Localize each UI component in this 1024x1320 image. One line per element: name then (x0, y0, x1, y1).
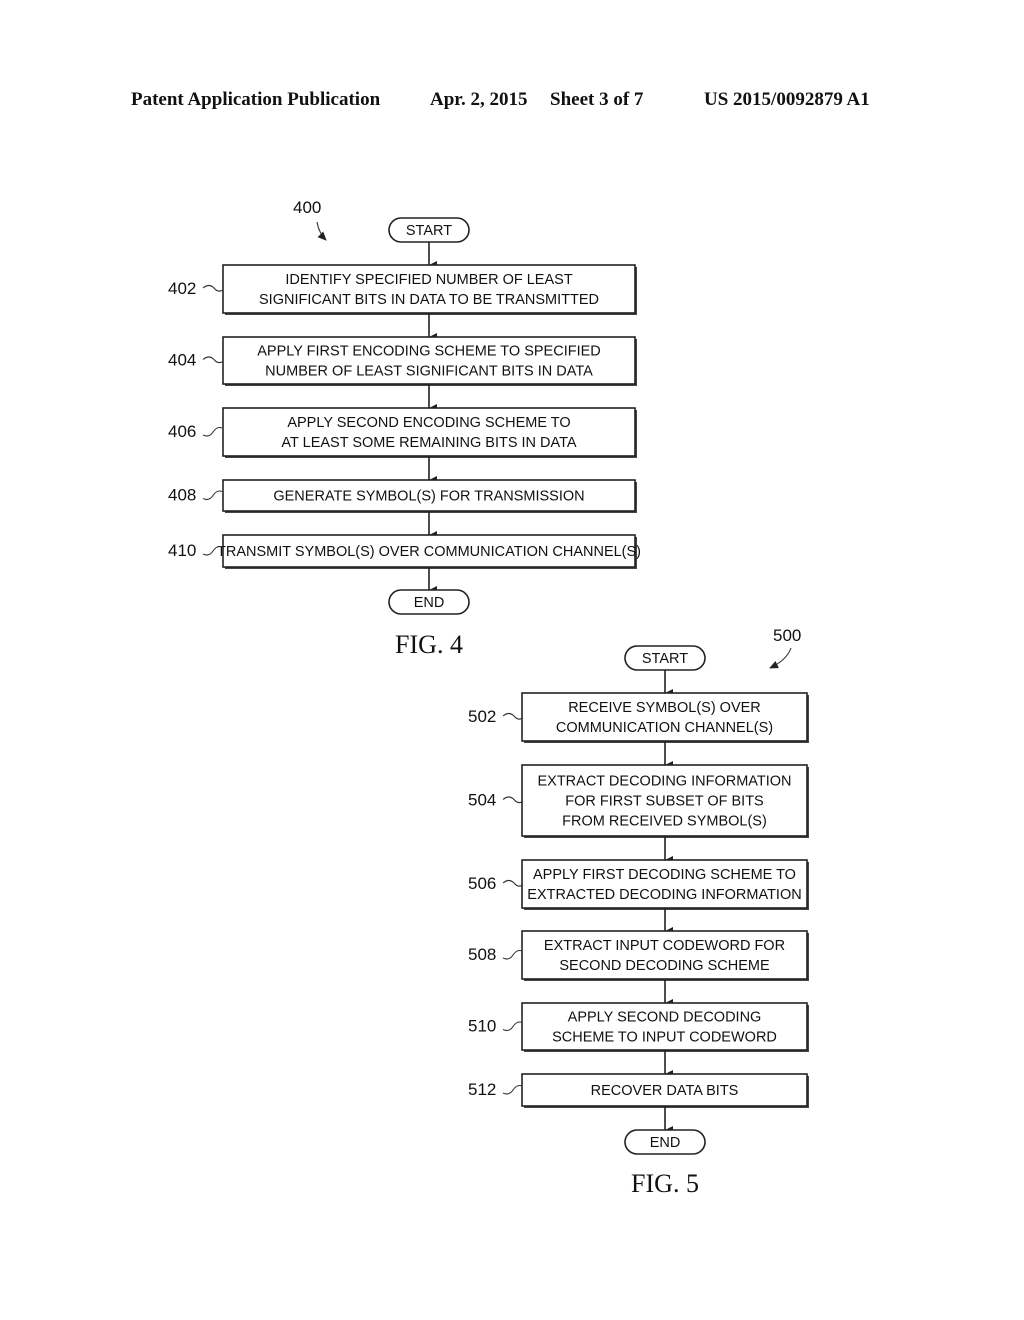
reference-numeral: 502 (468, 707, 496, 726)
step-text-line: IDENTIFY SPECIFIED NUMBER OF LEAST (285, 272, 573, 288)
step-text-line: GENERATE SYMBOL(S) FOR TRANSMISSION (273, 489, 584, 505)
process-step-406: APPLY SECOND ENCODING SCHEME TO AT LEAST … (168, 407, 637, 458)
leader-line (502, 712, 524, 720)
figure-5-flowchart: START RECEIVE SYMBOL(S) OVER COMMUNICATION… (468, 626, 809, 1198)
figure-reference-number: 400 (293, 198, 321, 217)
step-text-line: NUMBER OF LEAST SIGNIFICANT BITS IN DATA (265, 364, 593, 380)
end-label: END (650, 1135, 681, 1151)
step-text-line: APPLY SECOND DECODING (568, 1010, 762, 1026)
end-terminal: END (624, 1129, 706, 1155)
reference-arrow (316, 221, 327, 241)
reference-arrow (769, 647, 792, 669)
step-text-line: COMMUNICATION CHANNEL(S) (556, 720, 773, 736)
process-step-402: IDENTIFY SPECIFIED NUMBER OF LEAST SIGNIF… (168, 264, 637, 315)
start-terminal: START (388, 217, 470, 243)
process-step-506: APPLY FIRST DECODING SCHEME TO EXTRACTED … (468, 859, 809, 910)
start-label: START (642, 651, 688, 667)
step-text-line: SIGNIFICANT BITS IN DATA TO BE TRANSMITT… (259, 292, 599, 308)
process-step-410: TRANSMIT SYMBOL(S) OVER COMMUNICATION CH… (168, 534, 641, 569)
reference-numeral: 402 (168, 279, 196, 298)
step-text-line: EXTRACT INPUT CODEWORD FOR (544, 938, 785, 954)
leader-line (202, 490, 223, 501)
flowcharts: START IDENTIFY SPECIFIED NUMBER OF LEAST S… (168, 198, 809, 1198)
process-step-404: APPLY FIRST ENCODING SCHEME TO SPECIFIED… (168, 336, 637, 386)
leader-line (202, 284, 224, 292)
start-label: START (406, 223, 452, 239)
figure-caption: FIG. 4 (395, 630, 463, 659)
reference-numeral: 410 (168, 541, 196, 560)
step-text-line: EXTRACTED DECODING INFORMATION (527, 887, 801, 903)
leader-line (502, 796, 524, 804)
step-text-line: RECEIVE SYMBOL(S) OVER (568, 700, 761, 716)
start-terminal: START (624, 645, 706, 671)
end-terminal: END (388, 589, 470, 615)
reference-numeral: 508 (468, 945, 496, 964)
leader-line (502, 949, 523, 960)
step-text-line: SECOND DECODING SCHEME (559, 958, 770, 974)
process-step-504: EXTRACT DECODING INFORMATION FOR FIRST SU… (468, 764, 809, 838)
end-label: END (414, 595, 445, 611)
figure-caption: FIG. 5 (631, 1169, 699, 1198)
reference-numeral: 406 (168, 422, 196, 441)
patent-drawing-sheet: Patent Application Publication Apr. 2, 2… (0, 0, 1024, 1320)
step-text-line: TRANSMIT SYMBOL(S) OVER COMMUNICATION CH… (217, 544, 641, 560)
leader-line (202, 426, 223, 437)
process-step-508: EXTRACT INPUT CODEWORD FOR SECOND DECODIN… (468, 930, 809, 981)
step-text-line: RECOVER DATA BITS (591, 1083, 739, 1099)
leader-line (502, 1021, 523, 1032)
step-text-line: APPLY SECOND ENCODING SCHEME TO (287, 415, 570, 431)
reference-numeral: 504 (468, 791, 496, 810)
process-step-408: GENERATE SYMBOL(S) FOR TRANSMISSION 408 (168, 479, 637, 513)
reference-numeral: 408 (168, 486, 196, 505)
process-step-502: RECEIVE SYMBOL(S) OVER COMMUNICATION CHAN… (468, 692, 809, 743)
reference-numeral: 506 (468, 874, 496, 893)
leader-line (202, 356, 224, 364)
step-text-line: APPLY FIRST DECODING SCHEME TO (533, 867, 796, 883)
reference-numeral: 510 (468, 1017, 496, 1036)
leader-line (502, 1084, 523, 1095)
figure-4-flowchart: START IDENTIFY SPECIFIED NUMBER OF LEAST S… (168, 198, 641, 659)
leader-line (502, 879, 524, 887)
reference-numeral: 404 (168, 351, 196, 370)
process-step-510: APPLY SECOND DECODING SCHEME TO INPUT COD… (468, 1002, 809, 1052)
step-text-line: FOR FIRST SUBSET OF BITS (565, 794, 763, 810)
step-text-line: SCHEME TO INPUT CODEWORD (552, 1030, 777, 1046)
step-text-line: AT LEAST SOME REMAINING BITS IN DATA (281, 435, 576, 451)
figure-reference-number: 500 (773, 626, 801, 645)
step-text-line: EXTRACT DECODING INFORMATION (537, 774, 791, 790)
step-text-line: FROM RECEIVED SYMBOL(S) (562, 814, 767, 830)
reference-numeral: 512 (468, 1080, 496, 1099)
process-step-512: RECOVER DATA BITS 512 (468, 1073, 809, 1108)
step-text-line: APPLY FIRST ENCODING SCHEME TO SPECIFIED (257, 344, 601, 360)
